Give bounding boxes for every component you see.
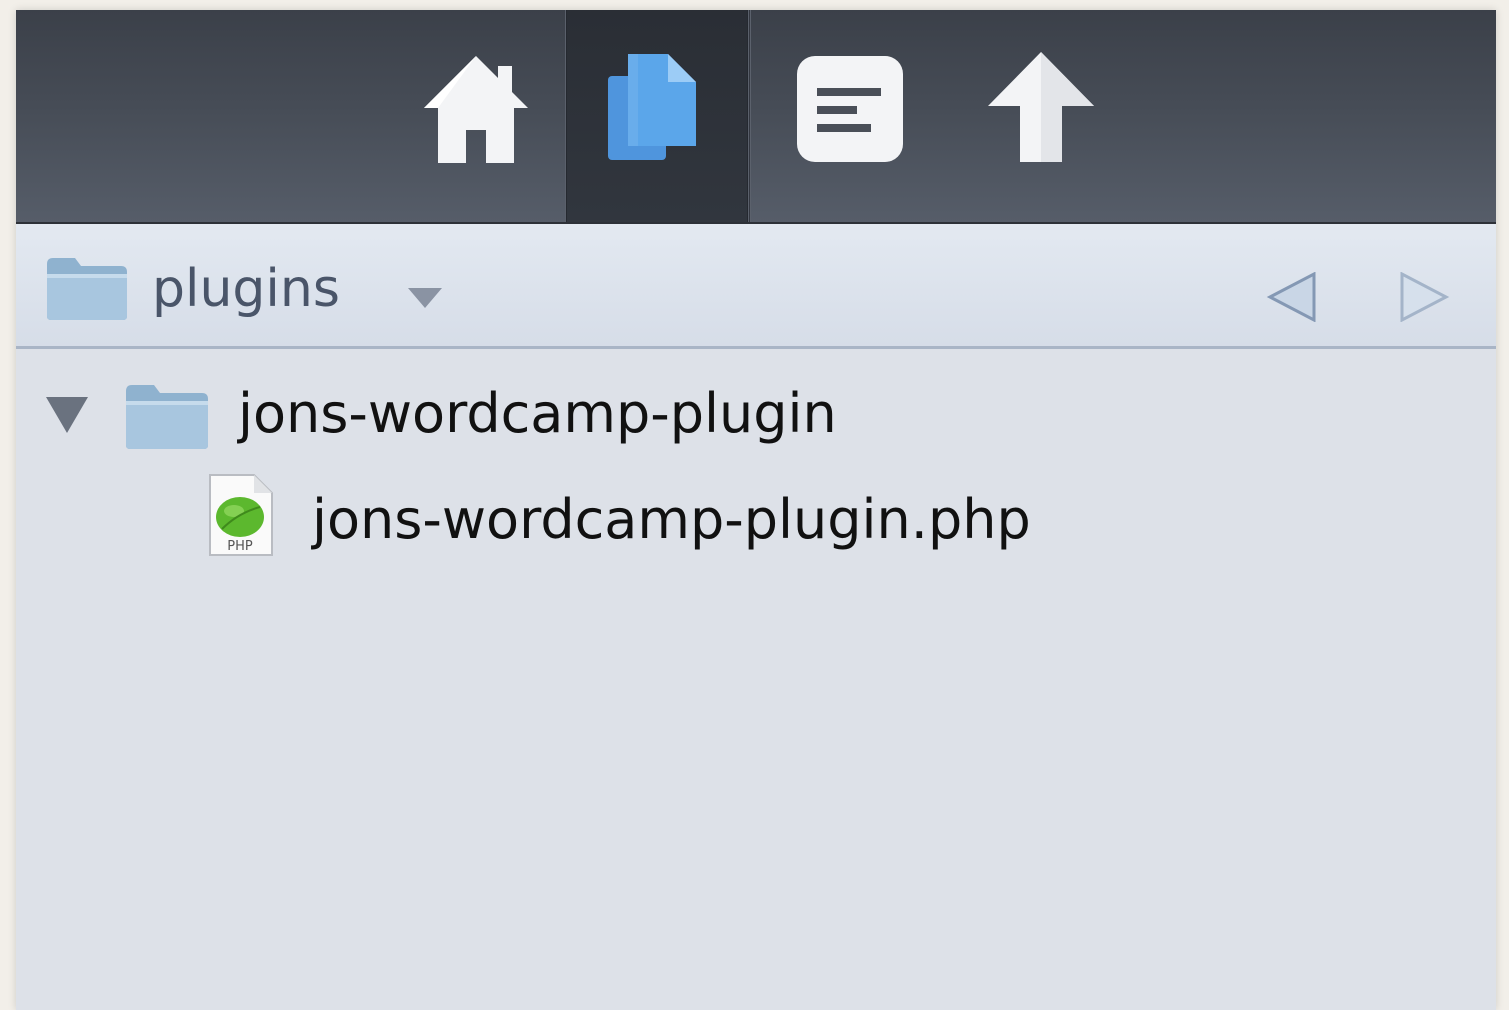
- list-item[interactable]: jons-wordcamp-plugin: [16, 369, 1496, 469]
- file-list: jons-wordcamp-plugin PHP jons-wordcamp-p…: [16, 349, 1496, 1010]
- text-lines-icon: [797, 56, 903, 162]
- home-icon: [424, 56, 528, 163]
- chevron-down-icon[interactable]: [406, 286, 444, 310]
- file-browser-panel: plugins jons-wordcamp-plugin PHP jons-wo…: [16, 10, 1496, 1010]
- files-button[interactable]: [566, 10, 748, 222]
- info-button[interactable]: [776, 10, 926, 222]
- list-item[interactable]: PHP jons-wordcamp-plugin.php: [16, 473, 1496, 573]
- upload-button[interactable]: [976, 10, 1106, 222]
- forward-arrow-icon[interactable]: [1398, 272, 1450, 322]
- current-folder-label[interactable]: plugins: [152, 254, 340, 324]
- files-icon: [608, 54, 696, 160]
- back-arrow-icon[interactable]: [1266, 272, 1318, 322]
- up-arrow-icon: [988, 52, 1094, 162]
- file-name: jons-wordcamp-plugin.php: [312, 488, 1031, 551]
- toolbar: [16, 10, 1496, 224]
- php-file-icon: PHP: [209, 474, 273, 556]
- folder-icon: [126, 385, 208, 449]
- php-icon-label: PHP: [227, 539, 253, 554]
- disclosure-triangle-icon[interactable]: [44, 395, 90, 435]
- folder-icon: [47, 258, 127, 320]
- home-button[interactable]: [388, 10, 564, 222]
- path-bar: plugins: [16, 224, 1496, 349]
- folder-name: jons-wordcamp-plugin: [238, 382, 837, 445]
